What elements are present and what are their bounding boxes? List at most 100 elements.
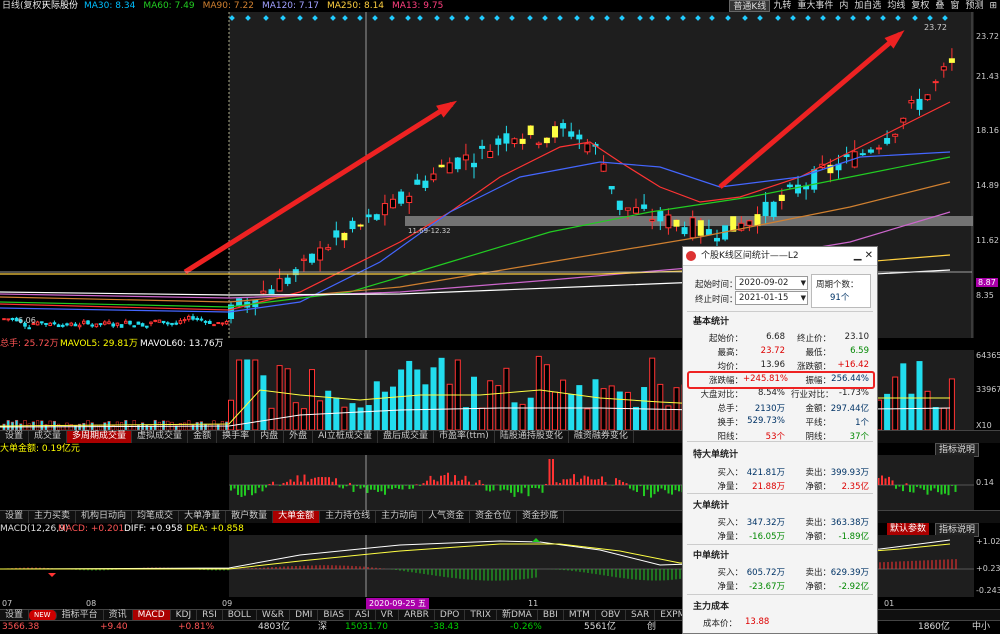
stat-value: 23.10	[844, 332, 869, 342]
candle-body	[414, 179, 421, 185]
candle-body	[624, 207, 631, 211]
ma-legend-item: MA30: 8.34	[84, 1, 136, 11]
candle-body	[462, 154, 469, 161]
volume-axis-label: 64365	[976, 351, 1000, 360]
menu-item[interactable]: 叠	[932, 0, 947, 12]
tab-volume[interactable]: 成交量	[29, 431, 68, 443]
candle-body	[527, 125, 534, 136]
candle-body	[61, 324, 65, 327]
stat-value: 399.93万	[830, 468, 869, 478]
sz-index: 15031.70	[345, 622, 388, 632]
sz-percent: -0.26%	[510, 622, 542, 632]
start-time-select[interactable]: 2020-09-02 ▼	[735, 276, 808, 290]
volume-bar	[552, 391, 558, 430]
candle-body	[900, 117, 907, 123]
menu-item[interactable]: 九转	[770, 0, 794, 12]
candle-body	[349, 220, 356, 230]
mavol60: MAVOL60: 13.76万	[140, 339, 224, 349]
volume-bar	[511, 402, 518, 430]
tab-fund[interactable]: 主力持仓线	[320, 511, 377, 523]
candle-body	[52, 322, 57, 325]
candle-body	[268, 289, 275, 294]
menu-item[interactable]: 重大事件	[794, 0, 836, 12]
cursor-date: 2020-09-25 五	[366, 598, 430, 609]
tab-volume[interactable]: 外盘	[284, 431, 314, 443]
stock-name[interactable]: 天际股份	[42, 0, 78, 12]
tab-volume[interactable]: 市盈率(ttm)	[434, 431, 495, 443]
candle-body	[157, 319, 162, 323]
tab-fund[interactable]: 大单金额	[273, 511, 321, 523]
tab-volume[interactable]: 融资融券变化	[569, 431, 634, 443]
tab-volume[interactable]: 内盘	[255, 431, 285, 443]
candle-body	[182, 318, 187, 322]
menu-item[interactable]: ⊞	[986, 0, 1000, 12]
volume-bar	[948, 378, 955, 430]
tab-fund[interactable]: 均笔成交	[132, 511, 180, 523]
volume-bar	[924, 390, 931, 430]
volume-bar	[300, 408, 307, 430]
tab-volume[interactable]: 设置	[0, 431, 30, 443]
candle-body	[754, 214, 761, 227]
tab-volume[interactable]: 虚拟成交量	[132, 431, 189, 443]
tab-fund[interactable]: 机构日动向	[76, 511, 133, 523]
tab-fund[interactable]: 散户数量	[226, 511, 274, 523]
tab-fund[interactable]: 设置	[0, 511, 30, 523]
end-time-select[interactable]: 2021-01-15 ▼	[735, 291, 808, 305]
candle-body	[770, 201, 777, 217]
candle-body	[199, 318, 204, 321]
dialog-titlebar[interactable]: 个股K线区间统计——L2 ▁ ✕	[683, 247, 877, 266]
candle-body	[260, 290, 267, 294]
tab-fund[interactable]: 大单净量	[179, 511, 227, 523]
menu-item[interactable]: 普通K线	[729, 0, 771, 12]
tab-fund[interactable]: 主力动向	[376, 511, 424, 523]
tab-volume[interactable]: 换手率	[217, 431, 256, 443]
volume-bar	[6, 420, 10, 430]
menu-item[interactable]: 复权	[908, 0, 932, 12]
candle-body	[69, 322, 74, 326]
default-params-button[interactable]: 默认参数	[887, 523, 930, 535]
sh-percent: +0.81%	[178, 622, 215, 632]
volume-bar	[414, 369, 421, 430]
candle-body	[27, 327, 31, 330]
minimize-icon[interactable]: ▁	[854, 250, 862, 261]
stat-label: 最低：	[805, 348, 831, 358]
macd-axis-label: -0.243	[976, 586, 1000, 595]
volume-bar	[115, 421, 119, 430]
volume-bar	[527, 397, 534, 430]
tab-volume[interactable]: 盘后成交量	[378, 431, 434, 443]
start-time-label: 起始时间：	[695, 280, 738, 290]
menu-item[interactable]: 加自选	[851, 0, 884, 12]
volume-bar	[560, 379, 567, 430]
sh-index: 3566.38	[2, 622, 40, 632]
stat-label: 净量：	[717, 582, 743, 592]
interval-stats-dialog[interactable]: 个股K线区间统计——L2 ▁ ✕ 起始时间： 2020-09-02 ▼ 终止时间：…	[682, 246, 878, 634]
tab-volume[interactable]: 多周期成交量	[67, 431, 133, 443]
volume-bar	[236, 359, 243, 430]
stat-label: 最高：	[717, 348, 743, 358]
volume-bar	[624, 391, 631, 430]
candle-body	[98, 323, 103, 326]
volume-bar	[398, 369, 405, 430]
candle-body	[908, 100, 915, 104]
menu-item[interactable]: 窗	[947, 0, 962, 12]
menu-item[interactable]: 内	[836, 0, 851, 12]
cost-price-label: 成本价：	[703, 619, 738, 629]
tab-volume[interactable]: AI立桩成交量	[313, 431, 378, 443]
candle-body	[940, 66, 947, 71]
tab-volume[interactable]: 陆股通持股变化	[495, 431, 569, 443]
stat-value: 2.35亿	[841, 482, 869, 492]
volume-bar	[916, 361, 923, 430]
close-icon[interactable]: ✕	[865, 250, 873, 261]
tab-fund[interactable]: 资金抄底	[517, 511, 565, 523]
menu-item[interactable]: 均线	[884, 0, 908, 12]
tab-volume[interactable]: 金额	[188, 431, 218, 443]
tab-fund[interactable]: 资金仓位	[470, 511, 518, 523]
special-order-title: 特大单统计	[693, 450, 739, 460]
tab-fund[interactable]: 人气资金	[423, 511, 471, 523]
menu-item[interactable]: 预测	[962, 0, 986, 12]
stat-label: 起始价：	[708, 334, 743, 344]
candle-body	[153, 319, 157, 322]
date-axis-label: 11	[528, 599, 539, 608]
candle-body	[746, 220, 753, 226]
tab-fund[interactable]: 主力买卖	[29, 511, 77, 523]
